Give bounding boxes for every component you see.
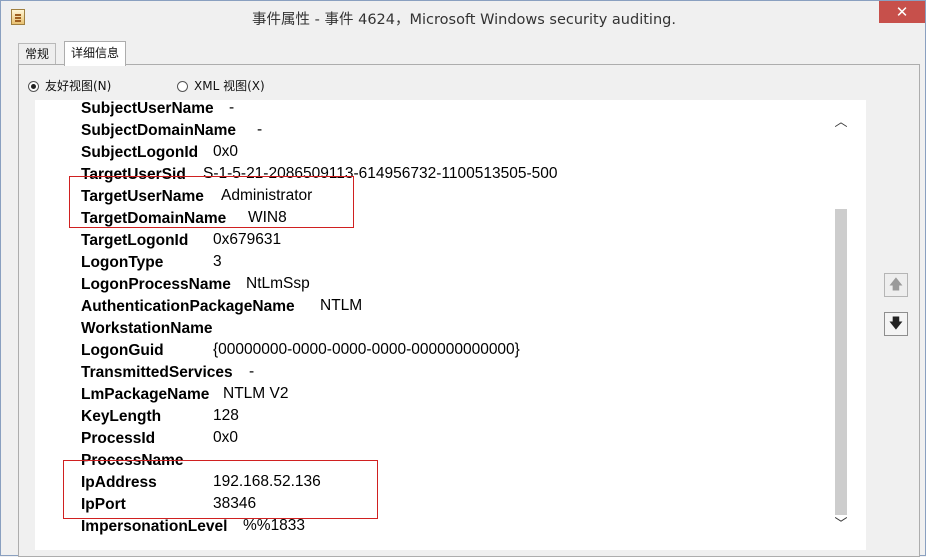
detail-row: LogonType 3 <box>81 251 222 273</box>
detail-row: AuthenticationPackageName NTLM <box>81 295 362 317</box>
detail-value: 3 <box>213 253 222 270</box>
detail-row: SubjectDomainName - <box>81 119 262 141</box>
friendly-view-option[interactable]: 友好视图(N) <box>28 77 111 94</box>
detail-key: SubjectUserName <box>81 100 214 117</box>
detail-row: SubjectLogonId 0x0 <box>81 141 238 163</box>
detail-row: TransmittedServices - <box>81 361 254 383</box>
vertical-scrollbar[interactable]: ︿ ﹀ <box>832 114 850 544</box>
xml-view-radio[interactable] <box>177 81 188 92</box>
close-button[interactable]: ✕ <box>879 1 925 23</box>
detail-key: LogonProcessName <box>81 276 231 293</box>
detail-row: LogonGuid {00000000-0000-0000-0000-000000… <box>81 339 520 361</box>
detail-key: LogonType <box>81 254 164 271</box>
next-event-button[interactable]: 🡇 <box>884 312 908 336</box>
detail-key: TransmittedServices <box>81 364 233 381</box>
detail-key: LogonGuid <box>81 342 164 359</box>
title-bar: 事件属性 - 事件 4624，Microsoft Windows securit… <box>1 1 925 33</box>
detail-key: SubjectLogonId <box>81 144 199 161</box>
detail-row: ProcessId 0x0 <box>81 427 238 449</box>
event-details-content[interactable]: SubjectUserName - SubjectDomainName - Subjec… <box>35 100 866 550</box>
detail-value: - <box>257 121 263 138</box>
chevron-down-icon[interactable]: ﹀ <box>832 516 850 534</box>
tab-general[interactable]: 常规 <box>18 43 57 64</box>
detail-value: NTLM <box>320 297 363 314</box>
detail-row: TargetLogonId 0x679631 <box>81 229 281 251</box>
detail-value: 0x679631 <box>213 231 282 248</box>
detail-row: LmPackageName NTLM V2 <box>81 383 288 405</box>
scrollbar-thumb[interactable] <box>835 209 847 515</box>
detail-value: {00000000-0000-0000-0000-000000000000} <box>213 341 520 358</box>
detail-key: ImpersonationLevel <box>81 518 228 535</box>
detail-key: TargetLogonId <box>81 232 189 249</box>
detail-value: 0x0 <box>213 143 238 160</box>
xml-view-label: XML 视图(X) <box>194 79 265 93</box>
window-title: 事件属性 - 事件 4624，Microsoft Windows securit… <box>252 12 676 28</box>
detail-value: - <box>249 363 255 380</box>
highlight-target-user <box>69 176 354 228</box>
detail-key: WorkstationName <box>81 320 213 337</box>
chevron-up-icon[interactable]: ︿ <box>832 114 850 132</box>
arrow-down-icon: 🡇 <box>888 316 904 332</box>
highlight-ip-address <box>63 460 378 519</box>
detail-row: SubjectUserName - <box>81 100 234 119</box>
event-properties-window: 事件属性 - 事件 4624，Microsoft Windows securit… <box>0 0 926 557</box>
previous-event-button[interactable]: 🡅 <box>884 273 908 297</box>
detail-value: NTLM V2 <box>223 385 289 402</box>
detail-row: KeyLength 128 <box>81 405 239 427</box>
arrow-up-icon: 🡅 <box>888 277 904 293</box>
detail-value: 128 <box>213 407 239 424</box>
detail-value: - <box>229 100 235 116</box>
xml-view-option[interactable]: XML 视图(X) <box>177 77 265 94</box>
detail-key: ProcessId <box>81 430 156 447</box>
detail-key: AuthenticationPackageName <box>81 298 295 315</box>
detail-key: KeyLength <box>81 408 162 425</box>
detail-key: LmPackageName <box>81 386 210 403</box>
friendly-view-label: 友好视图(N) <box>45 79 112 93</box>
detail-value: 0x0 <box>213 429 238 446</box>
detail-row: LogonProcessName NtLmSsp <box>81 273 310 295</box>
detail-value: NtLmSsp <box>246 275 310 292</box>
friendly-view-radio[interactable] <box>28 81 39 92</box>
detail-key: SubjectDomainName <box>81 122 237 139</box>
tab-details[interactable]: 详细信息 <box>64 41 127 66</box>
detail-row: WorkstationName <box>81 317 213 339</box>
